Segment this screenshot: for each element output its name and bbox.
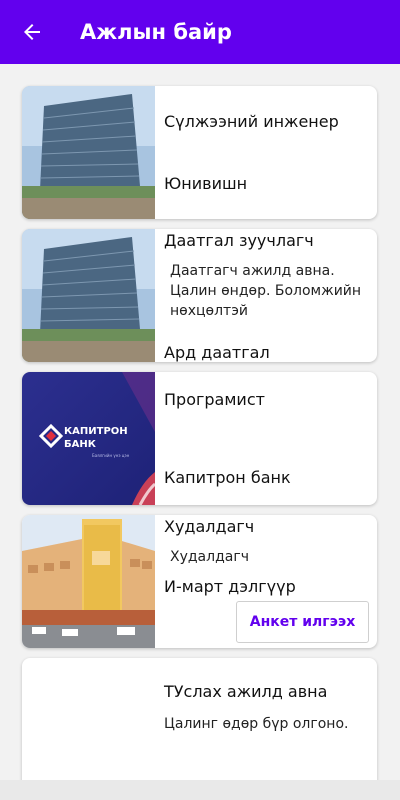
job-title: ТУслах ажилд авна (164, 682, 328, 701)
job-card[interactable]: Худалдагч Худалдагч И-март дэлгүүр Анкет… (22, 515, 377, 648)
logo-tagline: Баялгийн үнэ цэн (92, 453, 130, 458)
app-bar: Ажлын байр (0, 0, 400, 64)
job-description: Цалинг өдөр бүр олгоно. (164, 716, 349, 732)
office-tower-photo (22, 86, 155, 219)
company-name: Юнивишн (164, 174, 248, 193)
page-title: Ажлын байр (80, 20, 232, 44)
system-nav-bar (0, 780, 400, 800)
job-card[interactable]: Сүлжээний инженер Юнивишн (22, 86, 377, 219)
job-card[interactable]: Даатгал зуучлагч Даатгагч ажилд авна. Ца… (22, 229, 377, 362)
job-title: Програмист (164, 390, 265, 409)
company-name: Капитрон банк (164, 468, 291, 487)
capitron-bank-logo: КАПИТРОН БАНК Баялгийн үнэ цэн (22, 372, 155, 505)
job-description: Даатгагч ажилд авна. Цалин өндөр. Боломж… (170, 263, 362, 319)
job-title: Сүлжээний инженер (164, 112, 339, 131)
emart-store-photo (22, 515, 155, 648)
office-tower-photo (22, 229, 155, 362)
job-list[interactable]: Сүлжээний инженер Юнивишн Даатгал зуучла… (0, 64, 400, 800)
job-card[interactable]: КАПИТРОН БАНК Баялгийн үнэ цэн Програмис… (22, 372, 377, 505)
send-application-button[interactable]: Анкет илгээх (236, 601, 369, 643)
back-button[interactable] (0, 0, 64, 64)
job-title: Худалдагч (164, 517, 255, 536)
arrow-left-icon (24, 24, 40, 40)
company-name: И-март дэлгүүр (164, 577, 296, 596)
job-card[interactable]: ТУслах ажилд авна Цалинг өдөр бүр олгоно… (22, 658, 377, 800)
job-title: Даатгал зуучлагч (164, 231, 314, 250)
logo-text: БАНК (64, 439, 97, 450)
job-description: Худалдагч (170, 549, 249, 565)
logo-text: КАПИТРОН (64, 426, 128, 437)
company-name: Ард даатгал (164, 343, 270, 362)
